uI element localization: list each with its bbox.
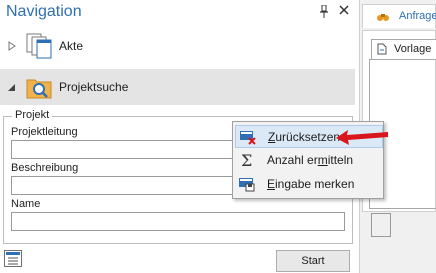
start-button[interactable]: Start	[276, 250, 350, 272]
menu-item-eingabe-merken[interactable]: Eingabe merken	[235, 173, 383, 196]
navigation-title: Navigation	[6, 3, 82, 20]
svg-text:Σ: Σ	[241, 152, 252, 168]
menu-item-label: Zurücksetzen	[268, 130, 341, 144]
subtab-label: Vorlage	[394, 43, 432, 55]
sigma-icon: Σ	[241, 152, 252, 168]
menu-item-anzahl-ermitteln[interactable]: Σ Anzahl ermitteln	[235, 149, 383, 172]
expand-arrow-icon[interactable]	[8, 41, 16, 51]
group-title: Projekt	[12, 109, 53, 121]
tree-item-projektsuche[interactable]: Projektsuche	[0, 69, 355, 105]
tab-label: Anfrage	[399, 10, 436, 22]
menu-item-label: Anzahl ermitteln	[267, 153, 354, 167]
field-label-name: Name	[11, 198, 41, 210]
tree-item-akte[interactable]: Akte	[0, 28, 355, 64]
tree-item-label: Akte	[59, 39, 84, 53]
pin-icon[interactable]	[319, 5, 329, 18]
name-input[interactable]	[11, 212, 345, 231]
reset-icon	[240, 131, 256, 145]
menu-item-label: Eingabe merken	[267, 177, 355, 191]
right-panel-button[interactable]	[371, 213, 391, 237]
close-icon[interactable]	[338, 4, 350, 16]
panel-options-icon[interactable]	[4, 250, 22, 267]
binoculars-icon	[377, 14, 389, 21]
field-label-beschreibung: Beschreibung	[11, 162, 79, 174]
tab-vorlage[interactable]: Vorlage	[371, 39, 436, 59]
collapse-arrow-icon[interactable]	[8, 82, 16, 92]
document-stack-icon	[26, 33, 52, 59]
annotation-arrow-icon	[336, 130, 388, 145]
tab-anfrage[interactable]: Anfrage	[362, 4, 436, 28]
template-document-icon	[377, 43, 387, 55]
folder-search-icon	[26, 79, 52, 99]
save-input-icon	[239, 178, 255, 192]
tree-item-label: Projektsuche	[59, 80, 129, 94]
field-label-projektleitung: Projektleitung	[11, 126, 78, 138]
